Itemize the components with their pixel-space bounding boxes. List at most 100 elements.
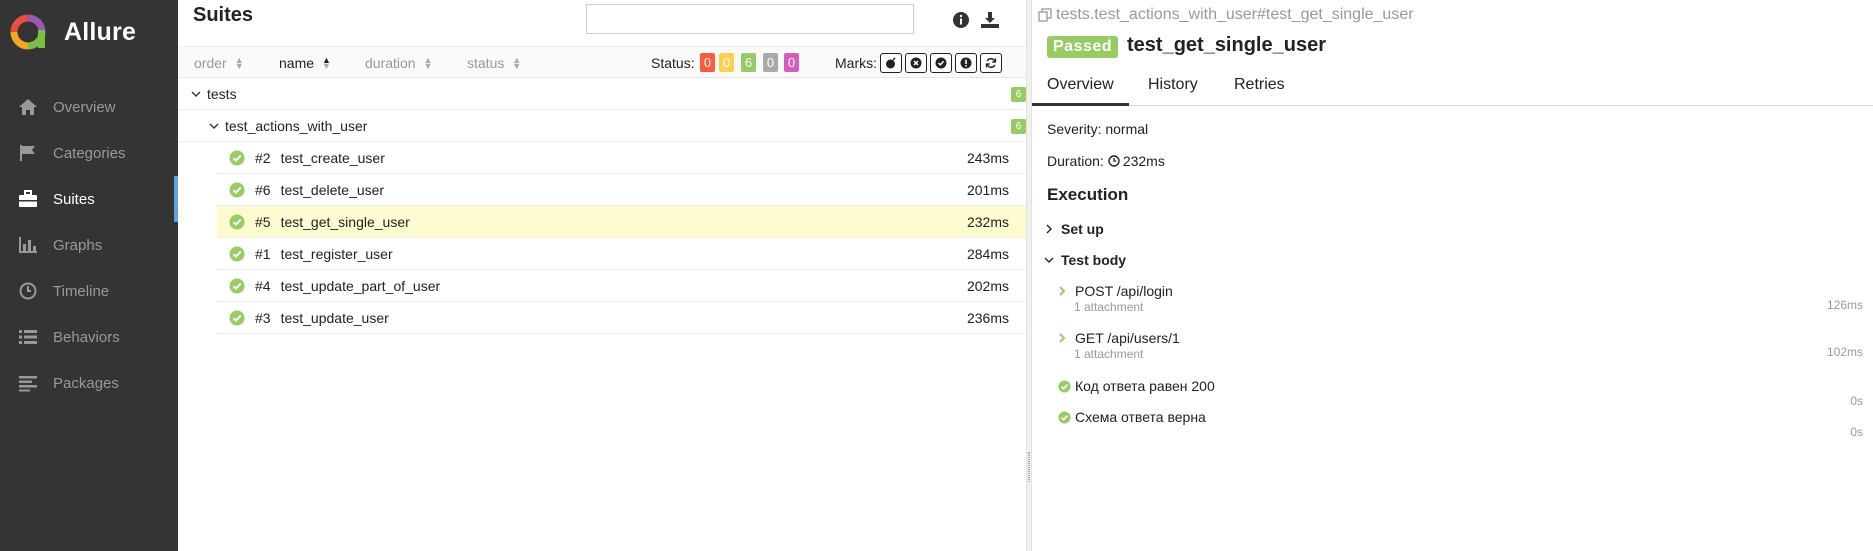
sort-arrows-icon: ▲ ▼ bbox=[234, 55, 244, 71]
info-button[interactable] bbox=[950, 9, 972, 31]
briefcase-icon bbox=[17, 188, 39, 210]
passed-status-icon bbox=[229, 150, 245, 165]
status-filter-unknown[interactable]: 0 bbox=[784, 53, 799, 72]
mark-filter-retries[interactable] bbox=[980, 53, 1002, 73]
test-order: #2 bbox=[255, 149, 271, 166]
step-attachments: 1 attachment bbox=[1074, 347, 1144, 361]
step-duration: 126ms bbox=[1826, 298, 1863, 312]
brand[interactable]: Allure bbox=[10, 14, 136, 50]
sidebar: Allure Overview Categories Suites Graphs… bbox=[0, 0, 178, 551]
mark-filter-flaky[interactable] bbox=[880, 53, 902, 73]
step-item[interactable]: POST /api/login 1 attachment 126ms bbox=[1058, 283, 1873, 314]
execution-heading: Execution bbox=[1047, 185, 1129, 204]
sort-by-name[interactable]: name ▲ ▼ bbox=[279, 55, 331, 71]
step-name: GET /api/users/1 bbox=[1075, 330, 1180, 346]
step-duration: 0s bbox=[1850, 425, 1863, 439]
duration-row: Duration: 232ms bbox=[1047, 153, 1165, 169]
test-duration: 232ms bbox=[966, 214, 1009, 230]
tab-retries[interactable]: Retries bbox=[1219, 68, 1300, 106]
test-row[interactable]: #3 test_update_user 236ms bbox=[217, 302, 1026, 334]
test-duration: 201ms bbox=[966, 182, 1009, 198]
status-filter-passed[interactable]: 6 bbox=[741, 53, 756, 72]
test-row[interactable]: #2 test_create_user 243ms bbox=[217, 142, 1026, 174]
tree-group-name: test_actions_with_user bbox=[225, 117, 368, 134]
test-name: test_update_part_of_user bbox=[280, 277, 441, 294]
test-row[interactable]: #1 test_register_user 284ms bbox=[217, 238, 1026, 270]
test-order: #3 bbox=[255, 309, 271, 326]
chevron-down-icon bbox=[1042, 253, 1056, 267]
test-row-selected[interactable]: #5 test_get_single_user 232ms bbox=[217, 206, 1026, 238]
test-row[interactable]: #6 test_delete_user 201ms bbox=[217, 174, 1026, 206]
align-left-icon bbox=[17, 372, 39, 394]
info-icon bbox=[953, 12, 969, 28]
sort-arrows-icon: ▲ ▼ bbox=[423, 55, 433, 71]
sort-by-status[interactable]: status ▲ ▼ bbox=[467, 55, 521, 71]
chevron-down-icon bbox=[189, 87, 203, 101]
chevron-down-icon bbox=[207, 119, 221, 133]
passed-status-icon bbox=[229, 214, 245, 229]
tab-history[interactable]: History bbox=[1133, 68, 1213, 106]
sidebar-item-timeline[interactable]: Timeline bbox=[0, 268, 178, 314]
severity: Severity: normal bbox=[1047, 121, 1149, 137]
setup-label: Set up bbox=[1061, 221, 1104, 237]
status-filter-label: Status: bbox=[651, 55, 695, 71]
status-filter-skipped[interactable]: 0 bbox=[763, 53, 778, 72]
passed-status-icon bbox=[1058, 379, 1071, 393]
test-order: #4 bbox=[255, 277, 271, 294]
marks-filter-label: Marks: bbox=[835, 55, 877, 71]
passed-status-icon bbox=[229, 278, 245, 293]
sort-arrows-icon: ▲ ▼ bbox=[512, 55, 522, 71]
test-full-name-text: tests.test_actions_with_user#test_get_si… bbox=[1056, 6, 1414, 23]
mark-filter-new-failed[interactable] bbox=[905, 53, 927, 73]
search-input[interactable] bbox=[586, 4, 914, 34]
status-filter-broken[interactable]: 0 bbox=[719, 53, 734, 72]
test-title: test_get_single_user bbox=[1127, 34, 1326, 56]
sort-by-order[interactable]: order ▲ ▼ bbox=[194, 55, 244, 71]
tab-overview[interactable]: Overview bbox=[1032, 68, 1129, 106]
passed-status-icon bbox=[229, 310, 245, 325]
mark-filter-new-broken[interactable] bbox=[955, 53, 977, 73]
test-order: #6 bbox=[255, 181, 271, 198]
test-name: test_get_single_user bbox=[280, 213, 410, 230]
test-row[interactable]: #4 test_update_part_of_user 202ms bbox=[217, 270, 1026, 302]
check-circle-icon bbox=[935, 57, 947, 69]
sidebar-item-overview[interactable]: Overview bbox=[0, 84, 178, 130]
test-name: test_update_user bbox=[280, 309, 389, 326]
sidebar-item-categories[interactable]: Categories bbox=[0, 130, 178, 176]
sidebar-nav: Overview Categories Suites Graphs Timeli… bbox=[0, 84, 178, 406]
tree-group-test-actions-with-user[interactable]: test_actions_with_user 6 bbox=[178, 110, 1026, 142]
duration-value: 232ms bbox=[1122, 153, 1165, 169]
sort-by-duration[interactable]: duration ▲ ▼ bbox=[365, 55, 433, 71]
step-item[interactable]: GET /api/users/1 1 attachment 102ms bbox=[1058, 330, 1873, 361]
sidebar-item-label: Overview bbox=[53, 98, 116, 116]
test-name: test_create_user bbox=[280, 149, 385, 166]
list-icon bbox=[17, 326, 39, 348]
step-name: Схема ответа верна bbox=[1075, 409, 1206, 425]
copy-icon[interactable] bbox=[1038, 8, 1052, 22]
test-full-name: tests.test_actions_with_user#test_get_si… bbox=[1038, 6, 1414, 24]
sidebar-item-graphs[interactable]: Graphs bbox=[0, 222, 178, 268]
sidebar-item-packages[interactable]: Packages bbox=[0, 360, 178, 406]
splitter-grip-icon[interactable] bbox=[1028, 452, 1030, 482]
download-icon bbox=[981, 12, 999, 28]
tree-group-count: 6 bbox=[1011, 119, 1026, 134]
sort-label: name bbox=[279, 55, 315, 71]
tree-group-name: tests bbox=[207, 85, 237, 102]
setup-section[interactable]: Set up bbox=[1042, 221, 1104, 237]
download-button[interactable] bbox=[979, 9, 1001, 31]
sidebar-item-behaviors[interactable]: Behaviors bbox=[0, 314, 178, 360]
status-filter-failed[interactable]: 0 bbox=[700, 53, 715, 72]
tree-group-count: 6 bbox=[1011, 87, 1026, 102]
test-body-section[interactable]: Test body bbox=[1042, 252, 1126, 268]
mark-filter-new-passed[interactable] bbox=[930, 53, 952, 73]
sidebar-item-suites[interactable]: Suites bbox=[0, 176, 178, 222]
chevron-right-icon bbox=[1058, 284, 1070, 298]
suites-pane: Suites order ▲ ▼ name ▲ ▼ duration ▲ ▼ stat… bbox=[178, 0, 1026, 551]
chevron-right-icon bbox=[1042, 222, 1056, 236]
tree-group-tests[interactable]: tests 6 bbox=[178, 78, 1026, 110]
test-duration: 202ms bbox=[966, 278, 1009, 294]
sort-label: status bbox=[467, 55, 505, 71]
test-duration: 236ms bbox=[966, 310, 1009, 326]
step-duration: 102ms bbox=[1826, 345, 1863, 359]
exclamation-circle-icon bbox=[960, 57, 972, 69]
